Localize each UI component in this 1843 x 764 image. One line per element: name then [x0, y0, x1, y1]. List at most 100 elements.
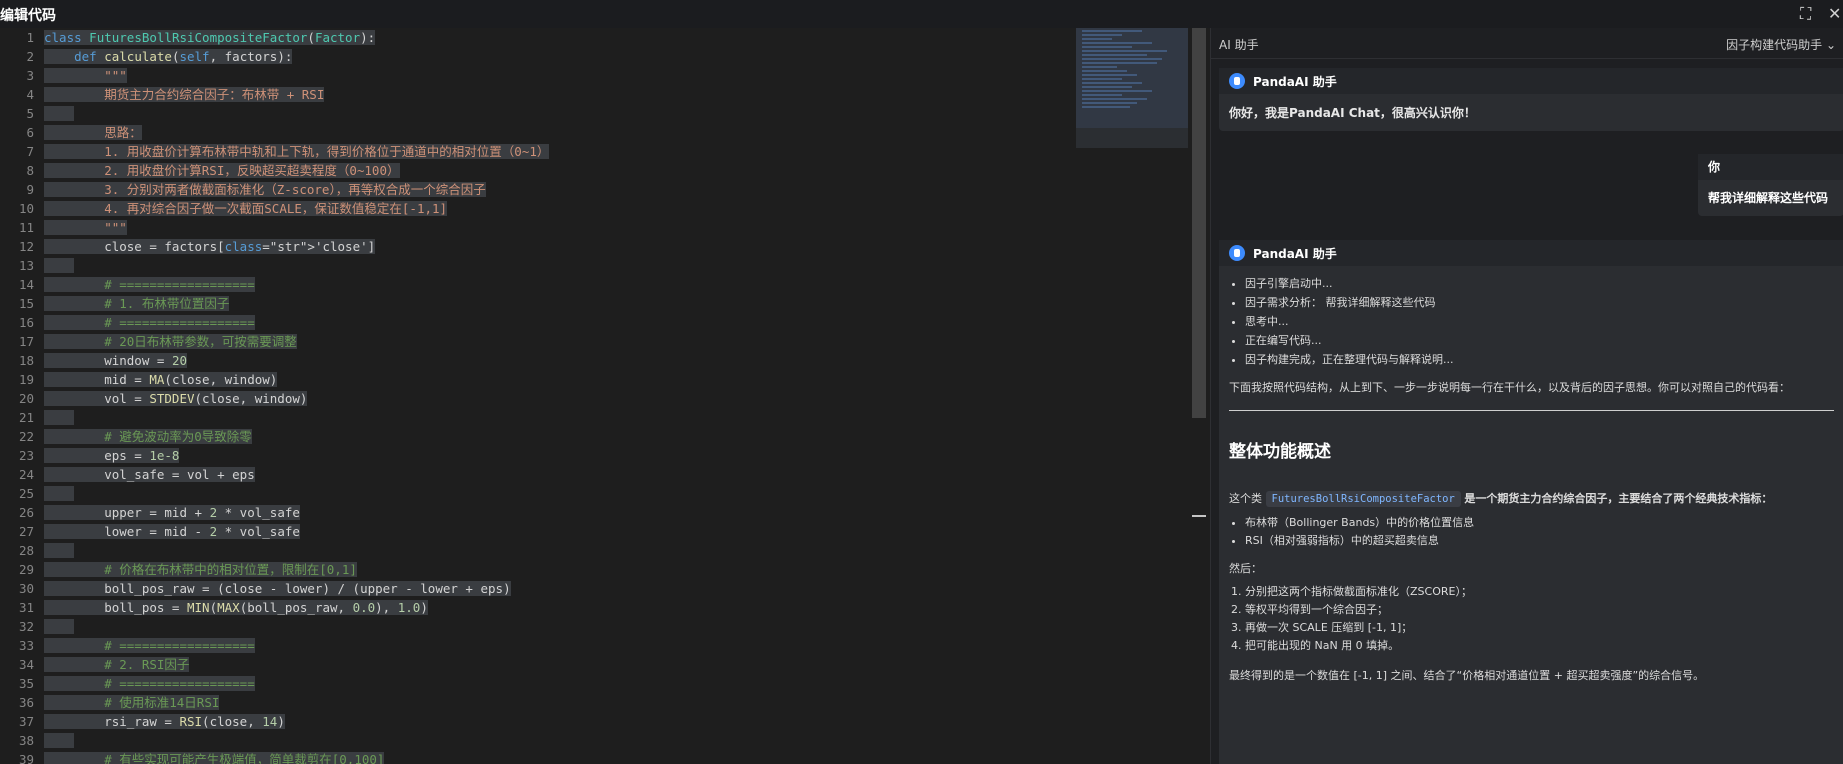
line-number: 12 — [18, 239, 34, 254]
window-title: 编辑代码 — [0, 8, 56, 24]
panel-header: AI 助手 因子构建代码助手 ⌄ — [1211, 28, 1843, 59]
code-line[interactable]: upper = mid + 2 * vol_safe — [44, 503, 1064, 522]
code-line[interactable]: """ — [44, 218, 1064, 237]
code-line[interactable]: 1. 用收盘价计算布林带中轨和上下轨，得到价格位于通道中的相对位置（0~1） — [44, 142, 1064, 161]
line-number: 28 — [18, 543, 34, 558]
intro-text: 下面我按照代码结构，从上到下、一步一步说明每一行在干什么，以及背后的因子思想。你… — [1229, 381, 1790, 394]
user-name: 你 — [1698, 154, 1843, 180]
line-number: 5 — [26, 106, 34, 121]
code-line[interactable]: def calculate(self, factors): — [44, 47, 1064, 66]
list-item: 布林带（Bollinger Bands）中的价格位置信息 — [1245, 514, 1834, 532]
code-line[interactable]: eps = 1e-8 — [44, 446, 1064, 465]
divider — [1229, 410, 1834, 411]
list-item: 分别把这两个指标做截面标准化（ZSCORE）； — [1245, 583, 1834, 601]
line-number: 39 — [18, 752, 34, 764]
code-line[interactable]: 4. 再对综合因子做一次截面SCALE，保证数值稳定在[-1,1] — [44, 199, 1064, 218]
code-line[interactable] — [44, 484, 1064, 503]
line-number: 14 — [18, 277, 34, 292]
code-line[interactable]: vol_safe = vol + eps — [44, 465, 1064, 484]
code-line[interactable]: 3. 分别对两者做截面标准化（Z-score），再等权合成一个综合因子 — [44, 180, 1064, 199]
process-steps-list: 分别把这两个指标做截面标准化（ZSCORE）；等权平均得到一个综合因子；再做一次… — [1229, 583, 1834, 655]
code-line[interactable] — [44, 408, 1064, 427]
code-line[interactable] — [44, 256, 1064, 275]
code-line[interactable]: # ================== — [44, 275, 1064, 294]
list-item: 把可能出现的 NaN 用 0 填掉。 — [1245, 637, 1834, 655]
line-number: 25 — [18, 486, 34, 501]
panel-title: AI 助手 — [1219, 38, 1259, 52]
scrollbar-marker — [1192, 515, 1206, 517]
code-line[interactable]: # ================== — [44, 636, 1064, 655]
line-number: 36 — [18, 695, 34, 710]
list-item: 因子构建完成，正在整理代码与解释说明... — [1245, 350, 1834, 369]
code-line[interactable]: # 2. RSI因子 — [44, 655, 1064, 674]
code-line[interactable]: rsi_raw = RSI(close, 14) — [44, 712, 1064, 731]
line-number: 32 — [18, 619, 34, 634]
line-number: 33 — [18, 638, 34, 653]
chevron-down-icon: ⌄ — [1825, 38, 1836, 52]
status-steps-list: 因子引擎启动中...因子需求分析： 帮我详细解释这些代码思考中...正在编写代码… — [1229, 274, 1834, 369]
indicator-list: 布林带（Bollinger Bands）中的价格位置信息RSI（相对强弱指标）中… — [1229, 514, 1834, 550]
line-number: 34 — [18, 657, 34, 672]
code-line[interactable]: window = 20 — [44, 351, 1064, 370]
minimap-slider[interactable] — [1076, 28, 1188, 148]
line-number: 6 — [26, 125, 34, 140]
code-line[interactable]: # 价格在布林带中的相对位置，限制在[0,1] — [44, 560, 1064, 579]
section-heading: 整体功能概述 — [1229, 442, 1331, 462]
code-line[interactable]: class FuturesBollRsiCompositeFactor(Fact… — [44, 28, 1064, 47]
line-number: 20 — [18, 391, 34, 406]
code-line[interactable]: 2. 用收盘价计算RSI，反映超买超卖程度（0~100） — [44, 161, 1064, 180]
code-area[interactable]: class FuturesBollRsiCompositeFactor(Fact… — [44, 28, 1064, 764]
code-line[interactable]: # ================== — [44, 313, 1064, 332]
code-line[interactable] — [44, 731, 1064, 750]
line-number: 22 — [18, 429, 34, 444]
line-number: 30 — [18, 581, 34, 596]
code-line[interactable]: # ================== — [44, 674, 1064, 693]
code-line[interactable]: 期货主力合约综合因子：布林带 + RSI — [44, 85, 1064, 104]
conclusion-text: 最终得到的是一个数值在 [-1, 1] 之间、结合了“价格相对通道位置 + 超买… — [1229, 669, 1705, 682]
mode-selector[interactable]: 因子构建代码助手 ⌄ — [1726, 36, 1836, 53]
list-item: 思考中... — [1245, 312, 1834, 331]
line-number: 8 — [26, 163, 34, 178]
code-line[interactable]: vol = STDDEV(close, window) — [44, 389, 1064, 408]
expand-icon[interactable]: ⛶ — [1800, 4, 1811, 24]
code-line[interactable] — [44, 104, 1064, 123]
list-item: RSI（相对强弱指标）中的超买超卖信息 — [1245, 532, 1834, 550]
code-line[interactable]: # 有些实现可能产生极端值，简单裁剪在[0,100] — [44, 750, 1064, 764]
bot-name: PandaAI 助手 — [1253, 246, 1337, 261]
list-item: 因子需求分析： 帮我详细解释这些代码 — [1245, 293, 1834, 312]
code-line[interactable]: # 使用标准14日RSI — [44, 693, 1064, 712]
line-number: 13 — [18, 258, 34, 273]
line-number: 11 — [18, 220, 34, 235]
list-item: 等权平均得到一个综合因子； — [1245, 601, 1834, 619]
line-number: 31 — [18, 600, 34, 615]
close-icon[interactable]: ✕ — [1828, 4, 1841, 23]
bot-answer-message: PandaAI 助手 因子引擎启动中...因子需求分析： 帮我详细解释这些代码思… — [1219, 240, 1843, 764]
code-line[interactable]: close = factors[class="str">'close'] — [44, 237, 1064, 256]
code-editor[interactable]: 1 2 3 4 5 6 7 8 9 10 11 12 13 14 15 16 17 18 19 20 21 22 23 24 2… — [0, 28, 1210, 764]
line-number-gutter: 1 2 3 4 5 6 7 8 9 10 11 12 13 14 15 16 17 18 19 20 21 22 23 24 2… — [0, 28, 38, 764]
line-number: 10 — [18, 201, 34, 216]
code-line[interactable]: # 20日布林带参数，可按需要调整 — [44, 332, 1064, 351]
code-line[interactable] — [44, 617, 1064, 636]
code-line[interactable]: mid = MA(close, window) — [44, 370, 1064, 389]
line-number: 23 — [18, 448, 34, 463]
line-number: 7 — [26, 144, 34, 159]
line-number: 9 — [26, 182, 34, 197]
line-number: 1 — [26, 30, 34, 45]
code-line[interactable]: """ — [44, 66, 1064, 85]
line-number: 3 — [26, 68, 34, 83]
code-line[interactable]: lower = mid - 2 * vol_safe — [44, 522, 1064, 541]
code-line[interactable]: # 避免波动率为0导致除零 — [44, 427, 1064, 446]
line-number: 18 — [18, 353, 34, 368]
code-line[interactable]: # 1. 布林带位置因子 — [44, 294, 1064, 313]
vertical-scrollbar[interactable] — [1192, 28, 1206, 418]
code-line[interactable]: boll_pos_raw = (close - lower) / (upper … — [44, 579, 1064, 598]
line-number: 4 — [26, 87, 34, 102]
line-number: 17 — [18, 334, 34, 349]
title-bar: 编辑代码 ⛶ ✕ — [0, 0, 1843, 29]
line-number: 21 — [18, 410, 34, 425]
ai-assistant-panel: AI 助手 因子构建代码助手 ⌄ PandaAI 助手 你好，我是PandaAI… — [1210, 28, 1843, 764]
code-line[interactable]: 思路： — [44, 123, 1064, 142]
code-line[interactable] — [44, 541, 1064, 560]
code-line[interactable]: boll_pos = MIN(MAX(boll_pos_raw, 0.0), 1… — [44, 598, 1064, 617]
